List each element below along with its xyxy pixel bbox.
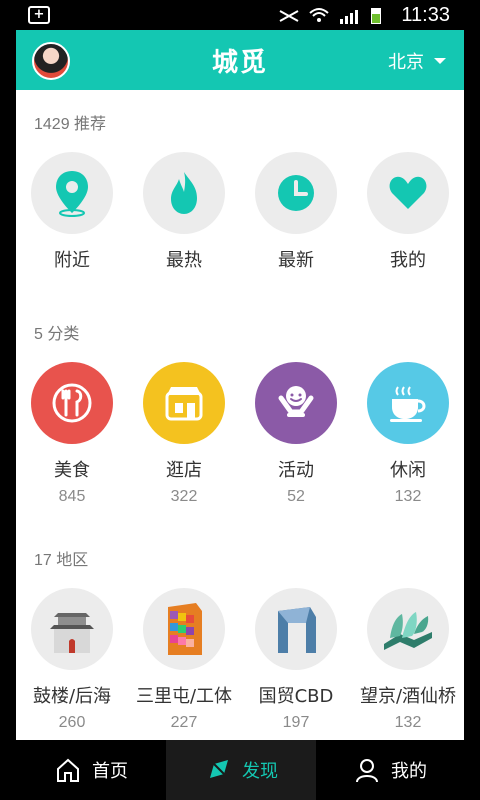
recommend-tile-latest[interactable]: 最新 [240,152,352,272]
region-label: 三里屯/工体 [135,686,233,707]
nav-home[interactable]: 首页 [16,740,166,800]
region-image-circle [255,588,337,670]
region-count: 197 [282,714,310,731]
recommend-label: 我的 [390,250,426,271]
regions-grid: 鼓楼/后海 260 三里屯/工体 227 国贸CBD 197 望京/酒仙桥 13… [16,588,464,732]
smile-person-icon [278,386,314,417]
wangjing-soho-icon [384,612,432,650]
recommend-label: 附近 [54,250,90,271]
city-label: 北京 [388,52,424,73]
region-tile-sanlitun[interactable]: 三里屯/工体 227 [128,588,240,732]
region-label: 国贸CBD [258,686,334,707]
nav-mine-label: 我的 [391,761,427,782]
wifi-icon [309,8,329,22]
chevron-down-icon [434,58,446,64]
recommend-icon-circle [31,152,113,234]
recommend-label: 最热 [166,250,202,271]
nav-home-label: 首页 [92,761,128,782]
region-image-circle [367,588,449,670]
recommend-label: 最新 [278,250,314,271]
battery-icon [371,8,381,24]
category-icon-circle [367,362,449,444]
region-tile-wangjing[interactable]: 望京/酒仙桥 132 [352,588,464,732]
category-icon-circle [255,362,337,444]
category-count: 322 [170,488,198,505]
app-screen: 城觅 北京 1429 推荐 附近 最热 最新 我的 5 分类 美食 845 逛店… [16,30,464,800]
flame-icon [171,172,197,214]
category-icon-circle [143,362,225,444]
coffee-cup-icon [390,386,426,422]
top-bar: 城觅 北京 [16,30,464,90]
region-label: 望京/酒仙桥 [359,686,457,707]
mute-vibrate-icon [279,10,299,22]
category-label: 逛店 [166,460,202,481]
colorful-building-icon [168,603,202,655]
category-count: 132 [394,488,422,505]
recommend-icon-circle [143,152,225,234]
category-count: 845 [58,488,86,505]
heart-icon [389,176,427,209]
nav-mine[interactable]: 我的 [316,740,464,800]
region-tile-guomao[interactable]: 国贸CBD 197 [240,588,352,732]
location-pin-icon [56,171,88,217]
category-tile-activity[interactable]: 活动 52 [240,362,352,506]
store-awning-icon [165,387,203,421]
categories-grid: 美食 845 逛店 322 活动 52 休闲 132 [16,362,464,506]
regions-section-title: 17 地区 [34,552,89,569]
region-count: 227 [170,714,198,731]
bottom-navigation: 首页 发现 我的 [16,740,464,800]
region-image-circle [31,588,113,670]
region-image-circle [143,588,225,670]
clock-time: 11:33 [401,4,450,26]
recommend-tile-nearby[interactable]: 附近 [16,152,128,272]
category-label: 休闲 [390,460,426,481]
status-bar: + 11:33 [0,0,480,30]
nav-discover-label: 发现 [242,761,278,782]
recommend-tile-hot[interactable]: 最热 [128,152,240,272]
region-count: 132 [394,714,422,731]
nav-discover[interactable]: 发现 [166,740,316,800]
recommend-icon-circle [367,152,449,234]
recommend-icon-circle [255,152,337,234]
city-selector[interactable]: 北京 [388,48,446,74]
home-icon [57,758,79,782]
compass-icon [210,760,228,778]
region-label: 鼓楼/后海 [32,686,112,707]
signal-icon [340,10,358,24]
recommend-tile-mine[interactable]: 我的 [352,152,464,272]
add-notification-icon: + [28,6,50,24]
drum-tower-icon [50,613,94,653]
food-spoon-fork-icon [52,383,92,423]
category-count: 52 [287,488,305,505]
category-tile-leisure[interactable]: 休闲 132 [352,362,464,506]
user-icon [356,759,378,783]
region-tile-gulou[interactable]: 鼓楼/后海 260 [16,588,128,732]
categories-section-title: 5 分类 [34,326,80,343]
category-label: 活动 [278,460,314,481]
category-label: 美食 [54,460,90,481]
region-count: 260 [58,714,86,731]
category-tile-shop[interactable]: 逛店 322 [128,362,240,506]
category-tile-food[interactable]: 美食 845 [16,362,128,506]
clock-icon [278,175,314,211]
category-icon-circle [31,362,113,444]
recommend-grid: 附近 最热 最新 我的 [16,152,464,272]
cctv-tower-icon [278,607,316,653]
status-icons [278,6,384,26]
recommend-section-title: 1429 推荐 [34,116,107,133]
